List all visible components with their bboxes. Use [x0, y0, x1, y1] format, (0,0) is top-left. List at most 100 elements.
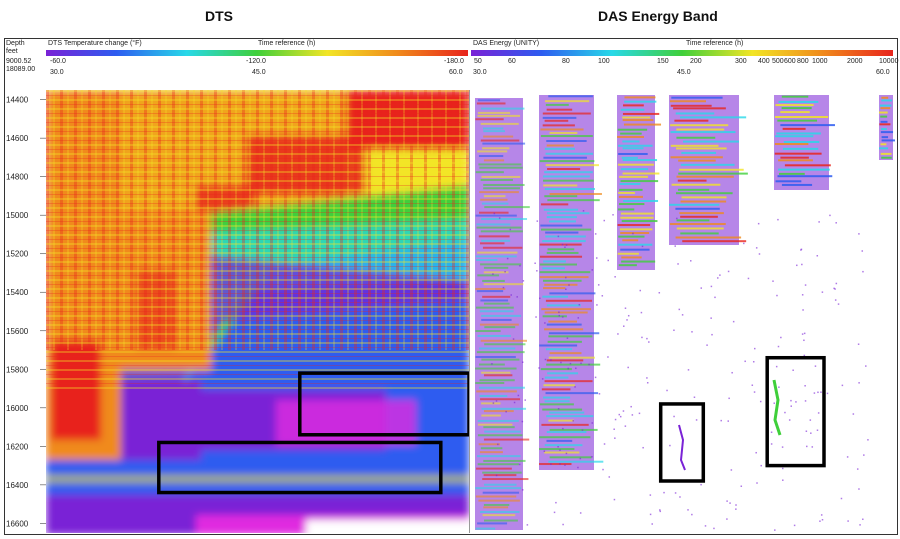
das-speckle [566, 337, 569, 339]
das-col4-streak [674, 119, 709, 122]
das-speckle [714, 296, 716, 299]
das-speckle [491, 363, 493, 365]
das-col1-streak [479, 379, 515, 382]
das-col1-streak [484, 483, 517, 486]
das-speckle [753, 347, 756, 350]
das-speckle [863, 454, 865, 456]
das-col2-streak [539, 160, 595, 163]
das-col2-streak [549, 411, 585, 414]
das-col2-streak [548, 220, 576, 223]
das-col6-streak [880, 152, 892, 155]
das-speckle [565, 244, 568, 246]
das-speckle [810, 432, 812, 434]
das-speckle [861, 250, 864, 252]
das-col5-streak [778, 159, 813, 162]
das-speckle [526, 524, 529, 526]
das-speckle [550, 359, 552, 361]
das-col6-streak [880, 107, 891, 110]
das-col2-streak [539, 263, 577, 266]
das-speckle [627, 366, 629, 369]
das-col2-streak [539, 271, 591, 274]
das-speckle [579, 457, 582, 460]
das-speckle [613, 428, 615, 430]
das-col3-streak [619, 228, 653, 231]
das-speckle [603, 219, 606, 222]
das-col1-streak [481, 202, 509, 205]
das-col1-streak [484, 430, 521, 433]
das-speckle [623, 325, 625, 327]
das-col1-streak [475, 118, 504, 121]
das-speckle [700, 287, 703, 289]
das-speckle [596, 304, 598, 306]
das-col2-streak [547, 248, 575, 251]
das-speckle [727, 420, 729, 422]
das-col3-streak [617, 128, 648, 131]
das-speckle [813, 392, 816, 394]
das-speckle [711, 333, 713, 336]
das-speckle [757, 222, 760, 225]
das-col1-streak [475, 382, 505, 385]
das-speckle [502, 286, 505, 289]
das-speckle [639, 289, 642, 292]
das-col2-streak [544, 444, 583, 447]
das-scale-tick: 150 [657, 58, 669, 65]
das-speckle [504, 270, 506, 273]
das-col2-streak [549, 456, 592, 459]
das-speckle [565, 452, 568, 455]
das-col1-streak [483, 410, 514, 413]
das-speckle [517, 394, 520, 397]
das-col2-streak [546, 431, 587, 434]
das-col1-streak [477, 434, 523, 437]
das-col1-streak [483, 187, 520, 190]
das-speckle [522, 280, 525, 282]
das-speckle [509, 228, 512, 231]
das-col2-streak [540, 368, 572, 371]
das-col1-streak [480, 299, 509, 302]
das-col2-streak [545, 103, 569, 106]
das-col5-streak [775, 135, 814, 138]
das-col2-streak [543, 279, 582, 282]
das-speckle [538, 367, 540, 369]
das-col1-streak [479, 310, 514, 313]
das-col2-streak [548, 419, 575, 422]
das-speckle [562, 523, 564, 526]
das-speckle [646, 377, 648, 379]
das-speckle [800, 249, 802, 251]
das-col1-streak [477, 455, 521, 458]
das-speckle [597, 284, 600, 286]
das-col1-streak [479, 166, 523, 169]
das-col3-streak [620, 216, 654, 219]
das-col1-streak [480, 107, 525, 110]
das-col2-streak [542, 295, 568, 298]
das-speckle [648, 341, 650, 343]
depth-tick-label: 15200 [6, 250, 29, 259]
das-speckle [591, 456, 593, 458]
das-col1-streak [480, 178, 513, 181]
das-col1-streak [475, 355, 516, 358]
das-col2-streak [542, 116, 577, 119]
das-col6-streak [881, 136, 889, 139]
das-speckle [659, 510, 662, 513]
das-col4-streak [680, 116, 747, 119]
das-speckle [687, 509, 689, 511]
dts-time-tick: 30.0 [50, 69, 64, 76]
das-col1-streak [477, 423, 513, 426]
das-col4-streak [675, 207, 720, 210]
das-col4-streak [680, 163, 735, 166]
das-speckle [649, 494, 652, 496]
das-scale-tick: 1000 [812, 58, 828, 65]
das-speckle [493, 212, 496, 215]
das-col1-streak [475, 214, 517, 217]
das-speckle [572, 420, 574, 422]
das-speckle [801, 333, 804, 335]
das-speckle [535, 316, 537, 318]
das-col1-streak [483, 503, 510, 506]
das-speckle [727, 270, 730, 273]
das-col2-streak [545, 164, 599, 167]
das-speckle [809, 419, 812, 421]
das-col6-streak [879, 104, 892, 107]
das-col2-streak [541, 388, 571, 391]
das-col3-streak [620, 132, 642, 135]
das-col1-streak [480, 339, 527, 342]
das-col4-streak [676, 175, 734, 178]
